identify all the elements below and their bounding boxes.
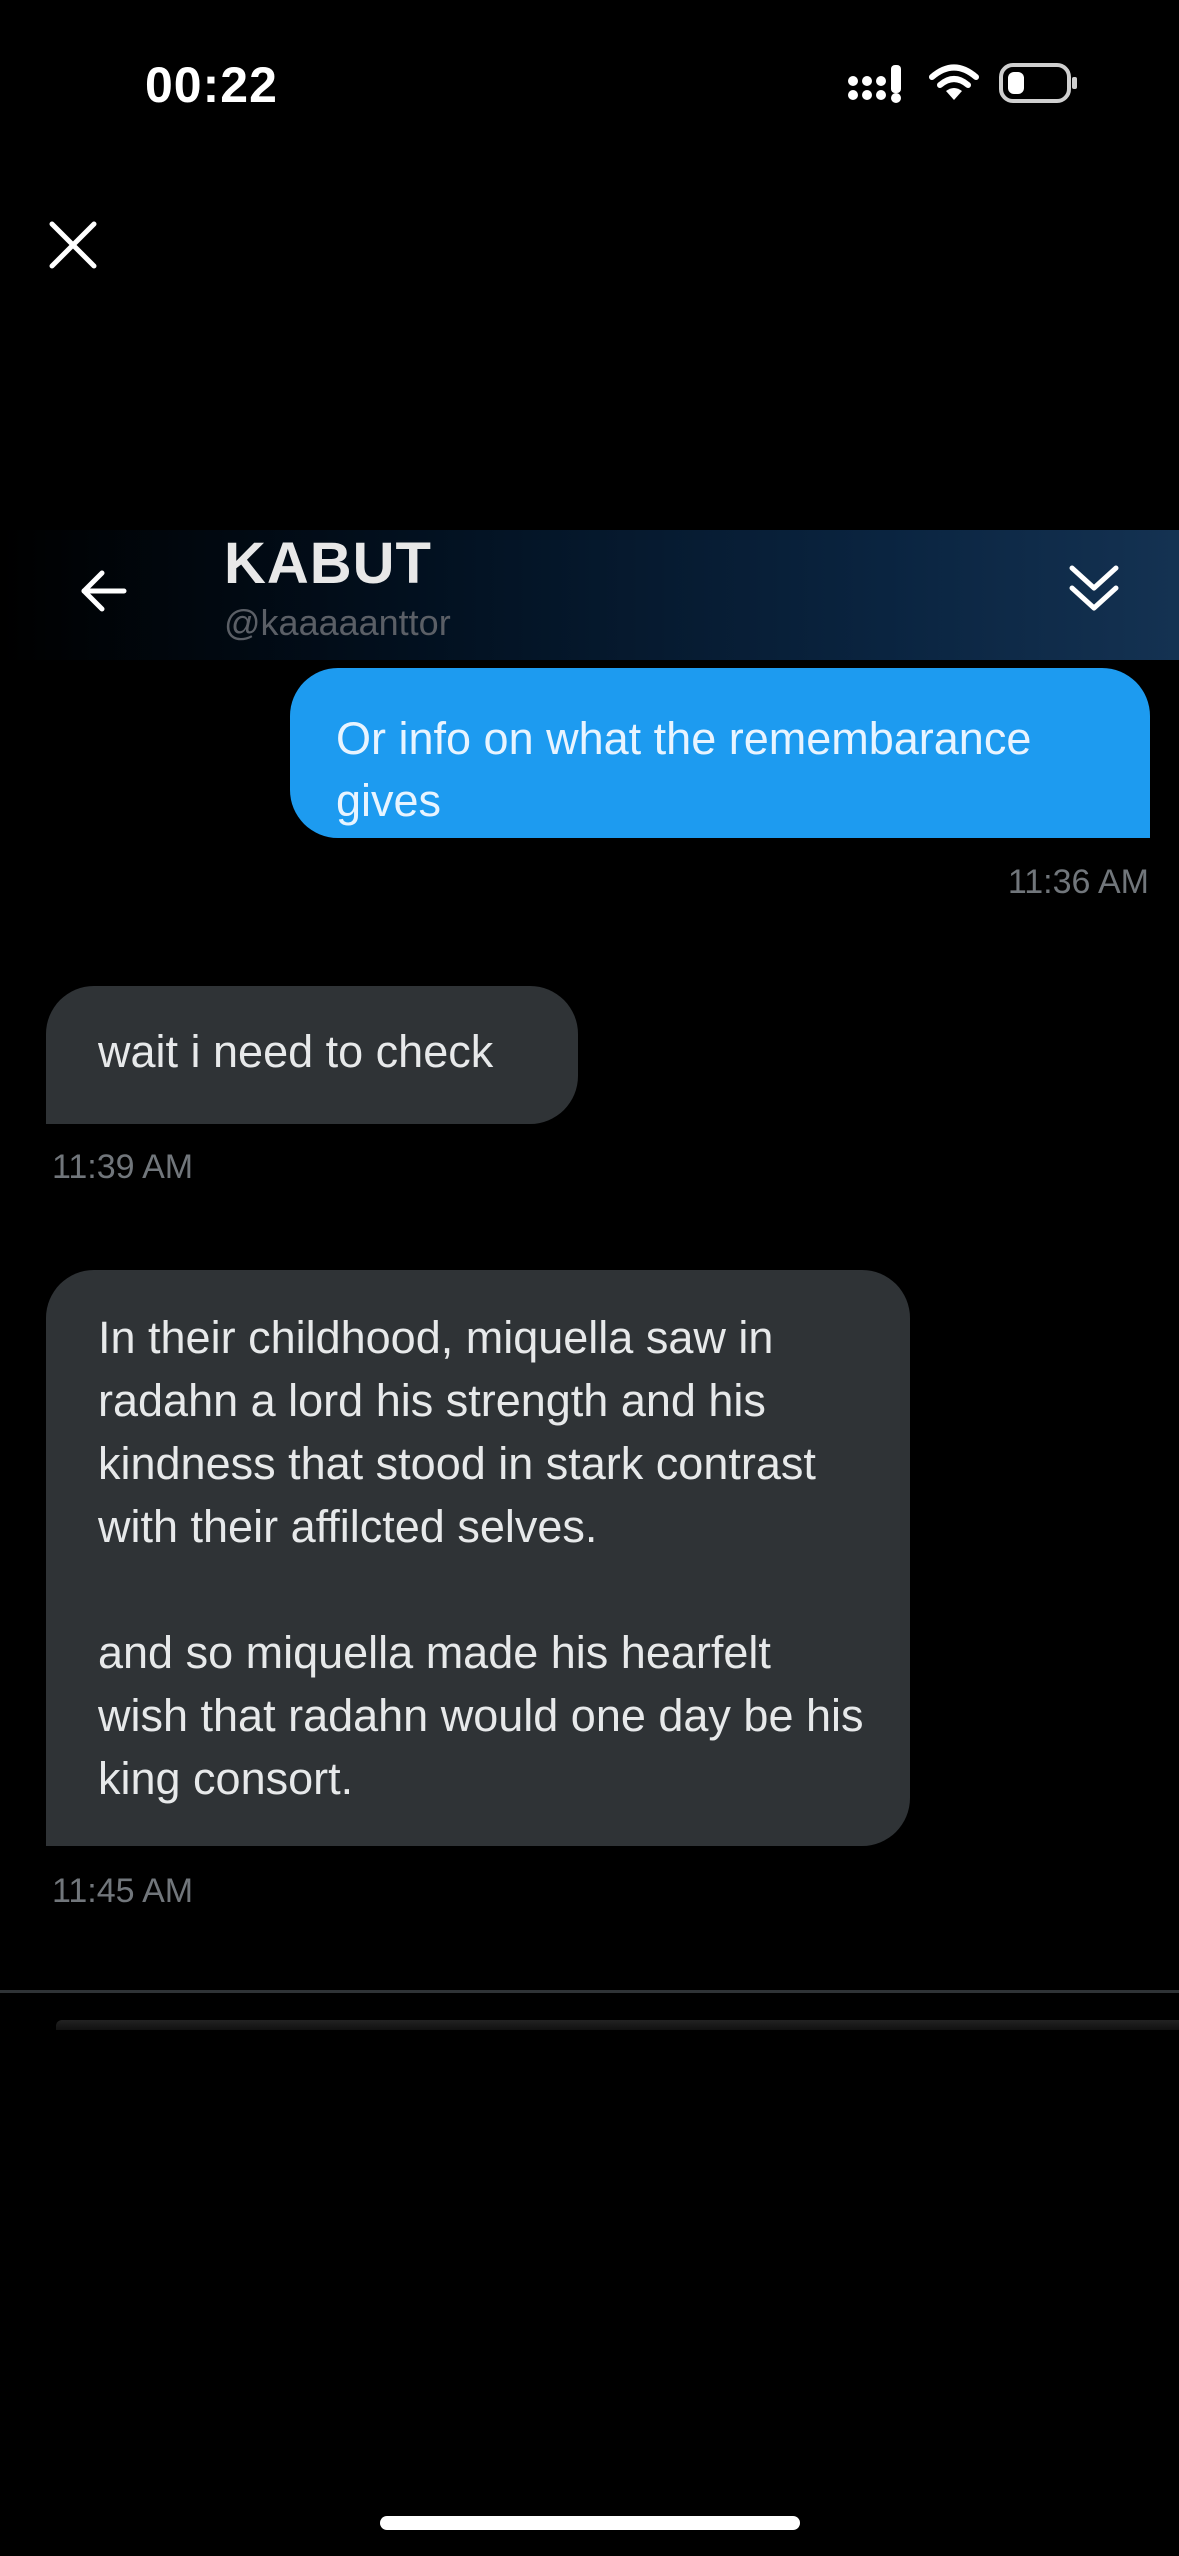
close-button[interactable]	[48, 220, 98, 270]
message-timestamp: 11:45 AM	[52, 1872, 194, 1910]
message-paragraph: In their childhood, miquella saw in rada…	[98, 1312, 816, 1552]
status-icons	[847, 62, 1079, 104]
double-chevron-down-icon	[1069, 565, 1119, 611]
composer-edge	[56, 2020, 1179, 2030]
back-arrow-icon	[81, 570, 127, 612]
collapse-button[interactable]	[1066, 560, 1122, 620]
status-time: 00:22	[145, 57, 278, 113]
message-paragraph: and so miquella made his hearfelt wish t…	[98, 1627, 864, 1804]
message-bubble-outgoing[interactable]: Or info on what the remembarance gives	[290, 668, 1150, 838]
message-bubble-incoming[interactable]: wait i need to check	[46, 986, 578, 1124]
message-timestamp: 11:39 AM	[52, 1148, 194, 1186]
message-bubble-incoming[interactable]: In their childhood, miquella saw in rada…	[46, 1270, 910, 1846]
battery-icon	[999, 63, 1077, 103]
home-indicator[interactable]	[380, 2516, 800, 2530]
close-icon	[49, 221, 97, 269]
back-button[interactable]	[78, 565, 130, 617]
signal-icon	[848, 65, 901, 103]
message-timestamp: 11:36 AM	[1007, 863, 1149, 901]
dm-header: KABUT @kaaaaanttor	[0, 530, 1179, 660]
contact-handle: @kaaaaanttor	[224, 602, 451, 643]
wifi-icon	[929, 64, 979, 100]
embedded-dm-screenshot: KABUT @kaaaaanttor Or info on what the r…	[0, 530, 1179, 2030]
status-bar: 00:22	[0, 0, 1179, 170]
contact-name: KABUT	[224, 531, 432, 596]
divider	[0, 1990, 1179, 1993]
